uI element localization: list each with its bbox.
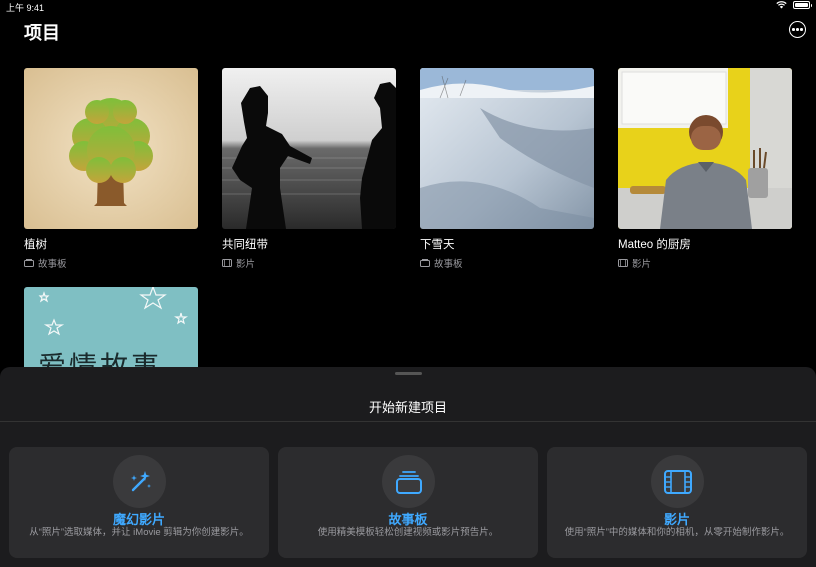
project-thumbnail[interactable] xyxy=(618,68,792,229)
project-type: 影片 xyxy=(618,256,792,270)
film-icon xyxy=(618,259,628,267)
sheet-grabber[interactable] xyxy=(395,372,422,375)
storyboard-option[interactable]: 故事板 使用精美模板轻松创建视频或影片预告片。 xyxy=(278,447,538,558)
project-name: 植树 xyxy=(24,239,47,251)
magic-wand-icon xyxy=(113,455,166,508)
option-label: 故事板 xyxy=(388,512,428,527)
project-card-snow-day[interactable]: 下雪天 故事板 xyxy=(420,68,594,270)
sheet-title: 开始新建项目 xyxy=(368,400,447,415)
storyboard-icon xyxy=(24,259,34,267)
option-description: 使用“照片”中的媒体和你的相机，从零开始制作影片。 xyxy=(564,527,790,538)
project-card-common-bond[interactable]: 共同纽带 影片 xyxy=(222,68,396,270)
project-thumbnail[interactable] xyxy=(222,68,396,229)
status-bar: 上午 9:41 xyxy=(0,0,816,14)
project-type-label: 故事板 xyxy=(434,259,463,270)
project-card-love-story[interactable]: 爱情故事 xyxy=(24,287,198,367)
magic-movie-option[interactable]: 魔幻影片 从“照片”选取媒体，并让 iMovie 剪辑为你创建影片。 xyxy=(9,447,269,558)
project-thumbnail[interactable] xyxy=(24,68,198,229)
wifi-icon xyxy=(776,1,787,9)
film-strip-icon xyxy=(651,455,704,508)
new-project-sheet: 开始新建项目 魔幻影片 从“照片”选取媒体，并让 iMovie 剪辑为你创建影片… xyxy=(0,367,816,567)
dot-icon xyxy=(796,28,799,31)
project-thumbnail[interactable]: 爱情故事 xyxy=(24,287,198,367)
thumbnail-title: 爱情故事 xyxy=(38,350,163,367)
more-options-button[interactable] xyxy=(789,21,806,38)
project-type-label: 影片 xyxy=(632,259,652,270)
status-time: 上午 9:41 xyxy=(6,3,45,13)
sheet-divider xyxy=(0,421,816,422)
dot-icon xyxy=(792,28,795,31)
project-name: 下雪天 xyxy=(420,239,455,251)
project-type-label: 影片 xyxy=(236,259,256,270)
project-card-tree[interactable]: 植树 故事板 xyxy=(24,68,198,270)
project-name: Matteo 的厨房 xyxy=(618,239,691,251)
project-name: 共同纽带 xyxy=(222,239,268,251)
page-title: 项目 xyxy=(24,23,60,43)
project-thumbnail[interactable] xyxy=(420,68,594,229)
project-type-label: 故事板 xyxy=(38,259,67,270)
storyboard-stack-icon xyxy=(382,455,435,508)
film-icon xyxy=(222,259,232,267)
project-type: 故事板 xyxy=(24,256,198,270)
status-indicators xyxy=(776,1,812,9)
dot-icon xyxy=(800,28,803,31)
project-type: 影片 xyxy=(222,256,396,270)
option-label: 影片 xyxy=(663,512,690,527)
project-card-matteo-kitchen[interactable]: Matteo 的厨房 影片 xyxy=(618,68,792,270)
option-label: 魔幻影片 xyxy=(112,512,165,527)
battery-icon xyxy=(793,1,812,9)
option-description: 从“照片”选取媒体，并让 iMovie 剪辑为你创建影片。 xyxy=(29,527,249,538)
storyboard-icon xyxy=(420,259,430,267)
project-type: 故事板 xyxy=(420,256,594,270)
movie-option[interactable]: 影片 使用“照片”中的媒体和你的相机，从零开始制作影片。 xyxy=(547,447,807,558)
option-description: 使用精美模板轻松创建视频或影片预告片。 xyxy=(317,527,499,538)
